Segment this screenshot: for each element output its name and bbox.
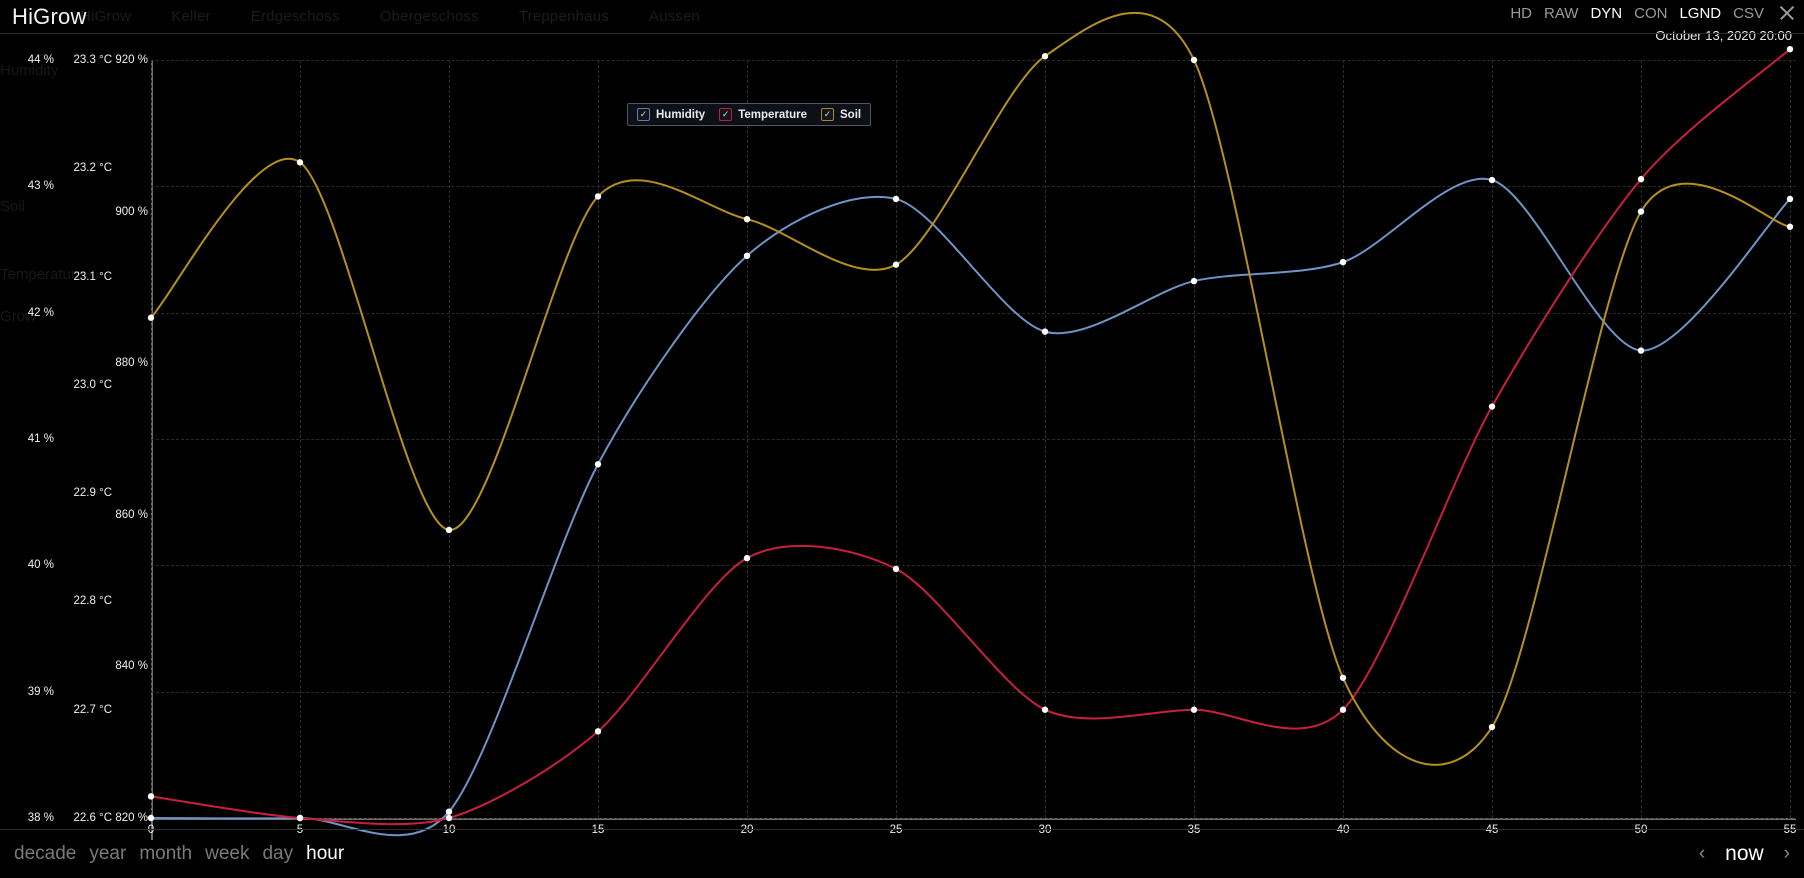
legend-label-temperature: Temperature xyxy=(738,108,808,121)
series-line-humidity xyxy=(150,177,1791,837)
data-point-temperature[interactable] xyxy=(296,814,304,822)
time-navigation[interactable]: ‹ now › xyxy=(1699,842,1790,866)
data-point-humidity[interactable] xyxy=(1488,176,1496,184)
timescale-year[interactable]: year xyxy=(89,843,126,865)
legend-label-humidity: Humidity xyxy=(656,108,706,121)
data-point-temperature[interactable] xyxy=(1339,706,1347,713)
data-point-soil[interactable] xyxy=(147,314,155,321)
data-point-temperature[interactable] xyxy=(1786,45,1794,53)
data-point-humidity[interactable] xyxy=(1041,328,1049,335)
background-nav-item: HiGrow xyxy=(80,8,132,25)
page-title: HiGrow xyxy=(12,4,87,29)
data-point-temperature[interactable] xyxy=(892,565,900,573)
data-point-temperature[interactable] xyxy=(1488,403,1496,410)
data-point-humidity[interactable] xyxy=(892,195,900,203)
data-point-temperature[interactable] xyxy=(1041,706,1049,713)
timescale-decade[interactable]: decade xyxy=(14,843,76,865)
data-point-temperature[interactable] xyxy=(594,728,602,735)
background-nav-item: Treppenhaus xyxy=(518,8,609,25)
option-hd[interactable]: HD xyxy=(1510,5,1532,22)
data-point-humidity[interactable] xyxy=(594,461,602,468)
option-lgnd[interactable]: LGND xyxy=(1679,5,1721,22)
series-line-soil xyxy=(150,12,1791,766)
data-point-soil[interactable] xyxy=(1786,223,1794,230)
chart-legend[interactable]: ✓ Humidity ✓ Temperature ✓ Soil xyxy=(627,103,872,126)
checkbox-temperature[interactable]: ✓ xyxy=(719,108,733,121)
timescale-hour[interactable]: hour xyxy=(306,843,344,865)
checkbox-humidity[interactable]: ✓ xyxy=(637,108,650,121)
option-csv[interactable]: CSV xyxy=(1733,5,1764,22)
background-nav-item: Aussen xyxy=(648,8,701,25)
background-nav-item: Keller xyxy=(171,8,211,25)
legend-label-soil: Soil xyxy=(840,108,862,121)
data-point-humidity[interactable] xyxy=(445,808,453,815)
chevron-right-icon[interactable]: › xyxy=(1784,843,1790,865)
data-point-soil[interactable] xyxy=(1041,53,1049,60)
close-icon[interactable] xyxy=(1778,4,1796,22)
data-point-soil[interactable] xyxy=(1339,674,1347,681)
option-raw[interactable]: RAW xyxy=(1544,5,1578,22)
footer-bar: decade year month week day hour ‹ now › xyxy=(0,829,1804,878)
series-plot xyxy=(147,12,1794,837)
data-point-temperature[interactable] xyxy=(147,793,155,800)
data-point-humidity[interactable] xyxy=(1637,347,1645,354)
header-options: HD RAW DYN CON LGND CSV xyxy=(1510,4,1796,22)
series-line-temperature xyxy=(150,48,1791,826)
data-point-soil[interactable] xyxy=(1637,208,1645,215)
data-point-temperature[interactable] xyxy=(445,814,453,822)
option-dyn[interactable]: DYN xyxy=(1590,5,1622,22)
now-button[interactable]: now xyxy=(1725,842,1764,866)
legend-item-temperature[interactable]: ✓ Temperature xyxy=(719,108,807,121)
data-point-soil[interactable] xyxy=(1190,56,1198,64)
data-point-soil[interactable] xyxy=(594,193,602,200)
chart-canvas[interactable]: 44 % 43 % 42 % 41 % 40 % 39 % 38 % 23.3 °C 23.2 … xyxy=(0,12,1804,840)
checkbox-soil[interactable]: ✓ xyxy=(821,108,835,121)
timescale-week[interactable]: week xyxy=(205,843,249,865)
data-point-soil[interactable] xyxy=(445,526,453,534)
legend-item-soil[interactable]: ✓ Soil xyxy=(821,108,861,121)
background-nav-item: Erdgeschoss xyxy=(250,8,340,25)
data-point-soil[interactable] xyxy=(892,261,900,268)
data-point-humidity[interactable] xyxy=(1786,195,1794,203)
legend-item-humidity[interactable]: ✓ Humidity xyxy=(637,108,705,121)
data-point-humidity[interactable] xyxy=(1339,258,1347,266)
background-nav-item: Obergeschoss xyxy=(379,8,479,25)
data-point-soil[interactable] xyxy=(1488,723,1496,731)
data-point-humidity[interactable] xyxy=(1190,277,1198,285)
chevron-left-icon[interactable]: ‹ xyxy=(1699,843,1705,865)
higrow-chart-window: HiGrow Keller Erdgeschoss Obergeschoss T… xyxy=(0,0,1804,878)
data-point-temperature[interactable] xyxy=(1190,706,1198,713)
data-point-humidity[interactable] xyxy=(147,814,155,822)
timescale-day[interactable]: day xyxy=(262,843,293,865)
option-con[interactable]: CON xyxy=(1634,5,1667,22)
data-point-temperature[interactable] xyxy=(743,554,751,562)
data-point-soil[interactable] xyxy=(743,215,751,223)
timescale-selector[interactable]: decade year month week day hour xyxy=(14,843,344,865)
data-point-temperature[interactable] xyxy=(1637,175,1645,183)
data-point-soil[interactable] xyxy=(296,159,304,166)
data-point-humidity[interactable] xyxy=(743,252,751,260)
timescale-month[interactable]: month xyxy=(139,843,192,865)
